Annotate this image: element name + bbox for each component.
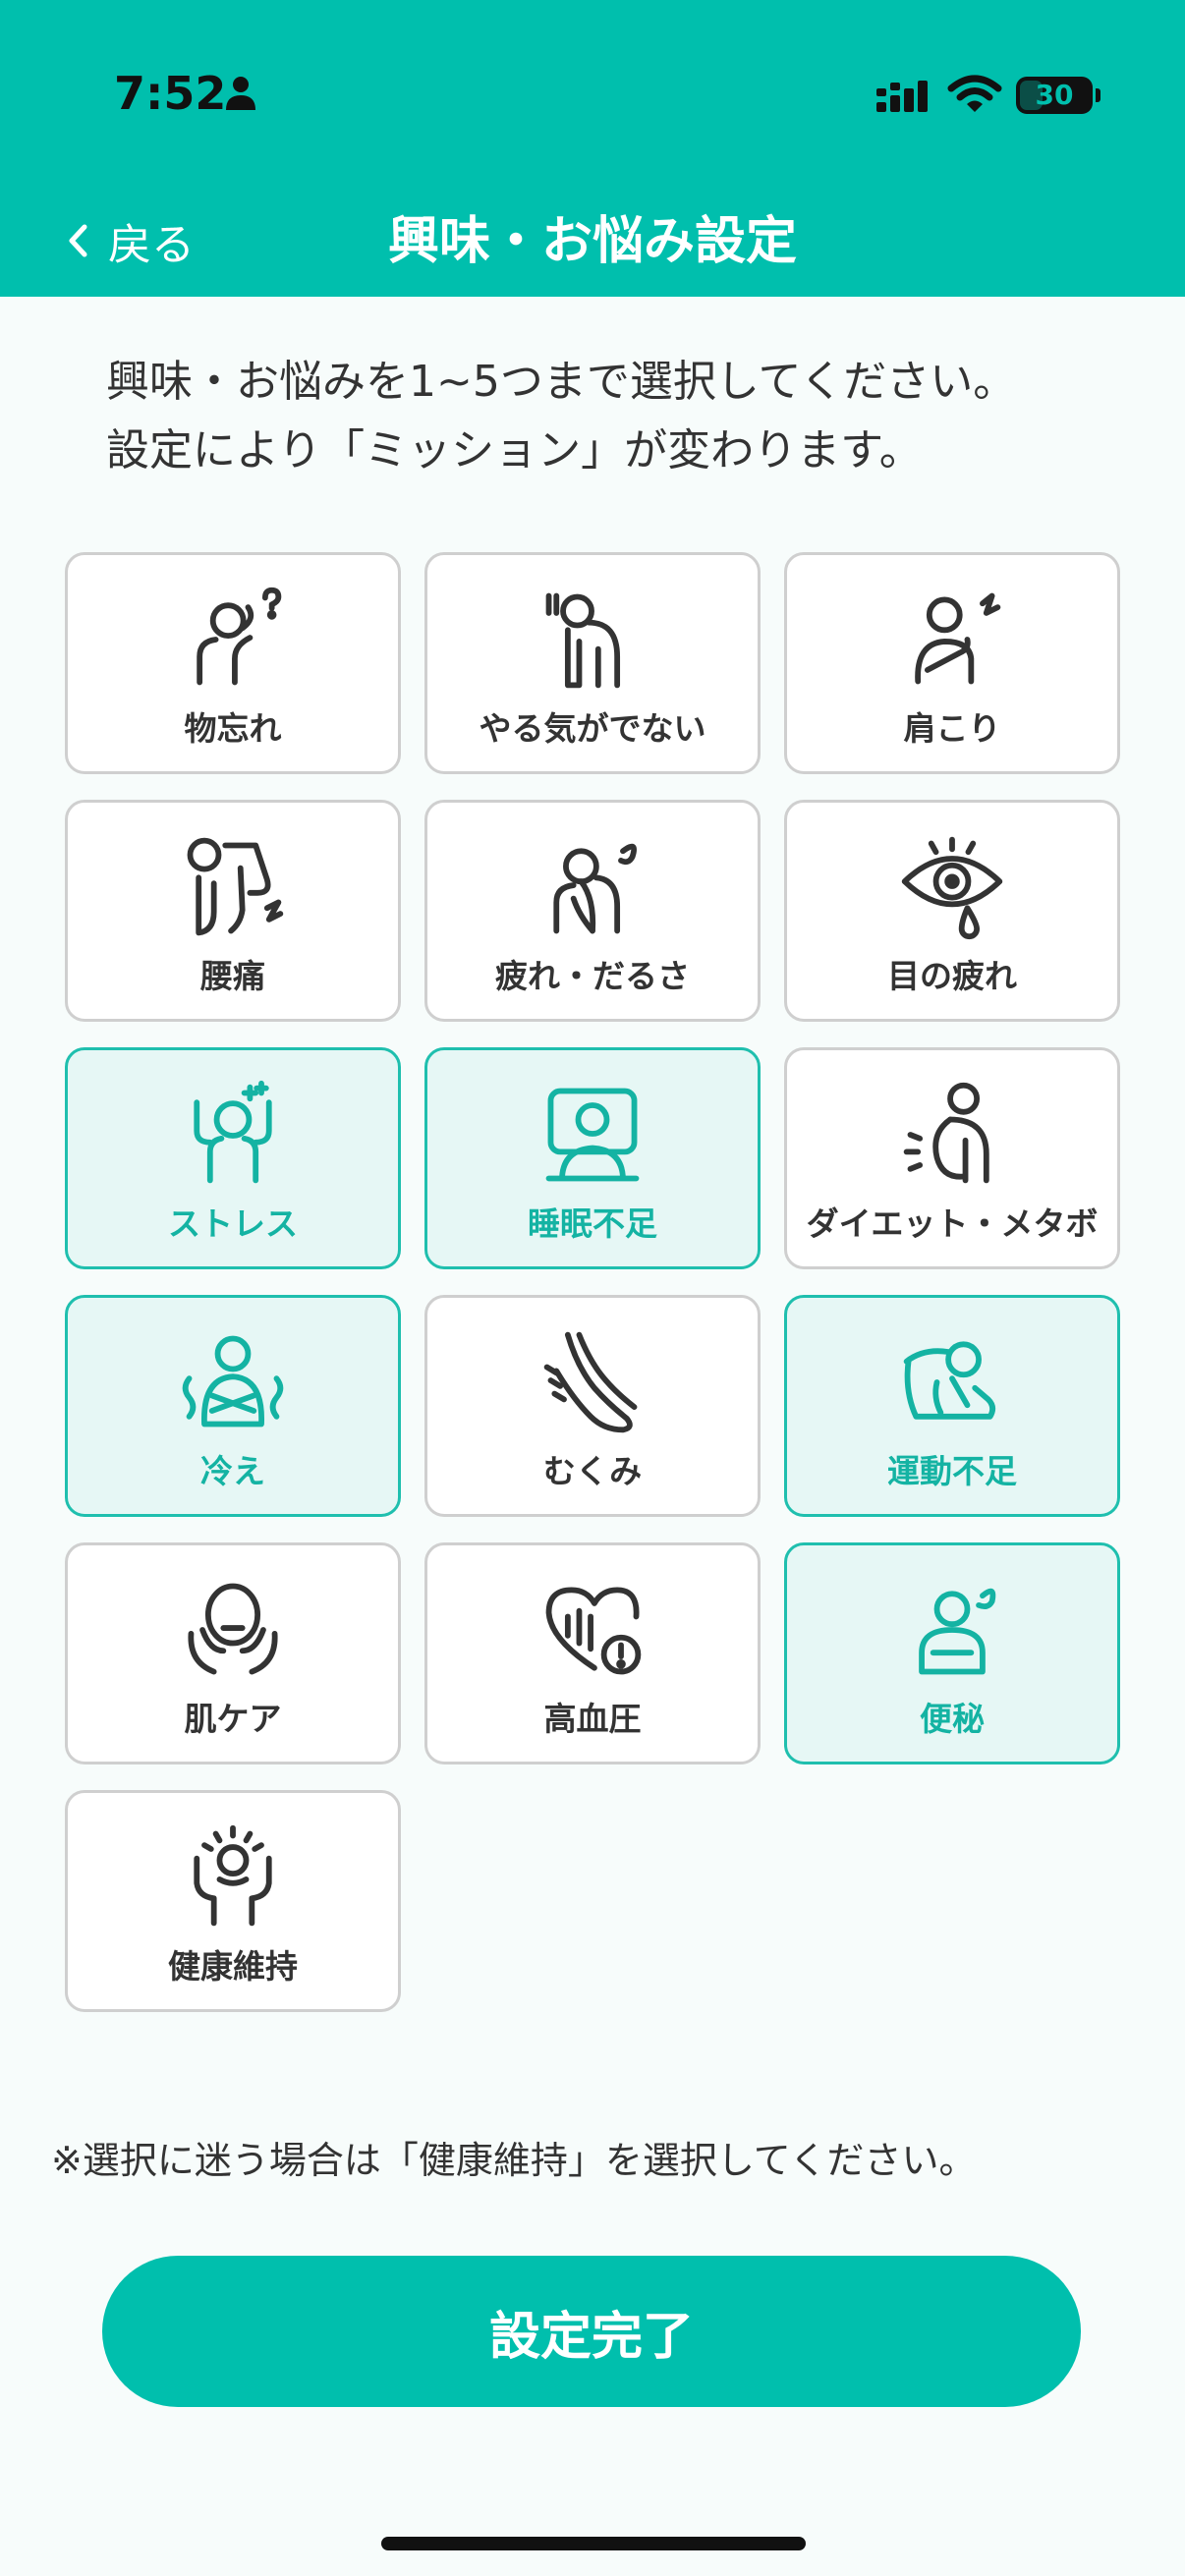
option-label: やる気がでない [479,709,706,748]
option-tile[interactable]: 高血圧 [424,1542,761,1764]
option-label: 疲れ・だるさ [495,957,690,995]
stress-icon [194,1080,272,1184]
option-tile[interactable]: ダイエット・メタボ [784,1047,1120,1269]
battery-tip [1096,88,1100,102]
option-label: 目の疲れ [887,957,1017,995]
option-tile[interactable]: 冷え [65,1295,401,1517]
exercise-icon [903,1341,996,1420]
instruction-line-1: 興味・お悩みを1~5つまで選択してください。 [106,357,1017,407]
option-label: ダイエット・メタボ [806,1204,1099,1243]
signal-icon [876,81,928,112]
battery-icon: 30 [1016,77,1093,114]
option-tile[interactable]: 運動不足 [784,1295,1120,1517]
option-tile[interactable]: 肩こり [784,552,1120,774]
option-tile[interactable]: 物忘れ [65,552,401,774]
wifi-icon [947,75,1002,112]
option-tile[interactable]: 睡眠不足 [424,1047,761,1269]
battery-level: 30 [1035,79,1074,111]
instruction-line-2: 設定により「ミッション」が変わります。 [106,425,923,476]
stiff-shoulder-icon [915,592,1001,685]
option-tile[interactable]: 腰痛 [65,800,401,1022]
option-label: 腰痛 [200,957,265,995]
option-label: ストレス [168,1204,298,1243]
done-button[interactable]: 設定完了 [102,2256,1081,2407]
option-tile[interactable]: 疲れ・だるさ [424,800,761,1022]
option-label: 物忘れ [184,709,282,748]
unmotivated-icon [545,592,621,689]
option-tile[interactable]: やる気がでない [424,552,761,774]
back-label: 戻る [108,220,195,270]
option-label: 運動不足 [887,1452,1017,1490]
option-tile[interactable]: 便秘 [784,1542,1120,1764]
swelling-icon [543,1331,638,1433]
status-bar: 7:52 30 [0,0,1185,187]
instructions: 興味・お悩みを1~5つまで選択してください。 設定により「ミッション」が変わりま… [106,348,1128,485]
option-label: むくみ [542,1452,643,1490]
eye-strain-icon [901,836,1003,940]
option-tile[interactable]: むくみ [424,1295,761,1517]
app-header: 7:52 30 興味・お悩み設定 戻る [0,0,1185,297]
back-pain-icon [187,837,284,936]
diet-icon [903,1082,989,1184]
option-label: 睡眠不足 [528,1204,657,1243]
chevron-left-icon [69,224,87,257]
back-button[interactable]: 戻る [65,206,195,275]
option-label: 冷え [200,1452,265,1490]
concern-grid: 物忘れ やる気がでない 肩こり 腰痛 疲れ・だるさ 目の疲れ ストレス 睡眠不足… [65,552,1120,2012]
health-icon [194,1824,272,1927]
option-label: 健康維持 [168,1947,298,1986]
person-icon [226,77,255,110]
option-tile[interactable]: ストレス [65,1047,401,1269]
skin-care-icon [188,1583,278,1675]
option-label: 高血圧 [543,1700,642,1738]
option-tile[interactable]: 健康維持 [65,1790,401,2012]
constipation-icon [919,1588,996,1675]
option-tile[interactable]: 目の疲れ [784,800,1120,1022]
fatigue-icon [553,843,638,934]
sleep-icon [545,1088,640,1182]
nav-bar: 興味・お悩み設定 戻る [0,187,1185,297]
selection-note: ※選択に迷う場合は「健康維持」を選択してください。 [51,2139,977,2182]
home-indicator[interactable] [381,2537,806,2550]
forgetful-icon [197,587,282,686]
option-tile[interactable]: 肌ケア [65,1542,401,1764]
option-label: 肌ケア [184,1700,282,1738]
status-time: 7:52 [114,67,227,120]
option-label: 便秘 [920,1700,985,1738]
blood-pressure-icon [545,1587,642,1675]
option-label: 肩こり [903,709,1001,748]
cold-icon [182,1335,284,1428]
